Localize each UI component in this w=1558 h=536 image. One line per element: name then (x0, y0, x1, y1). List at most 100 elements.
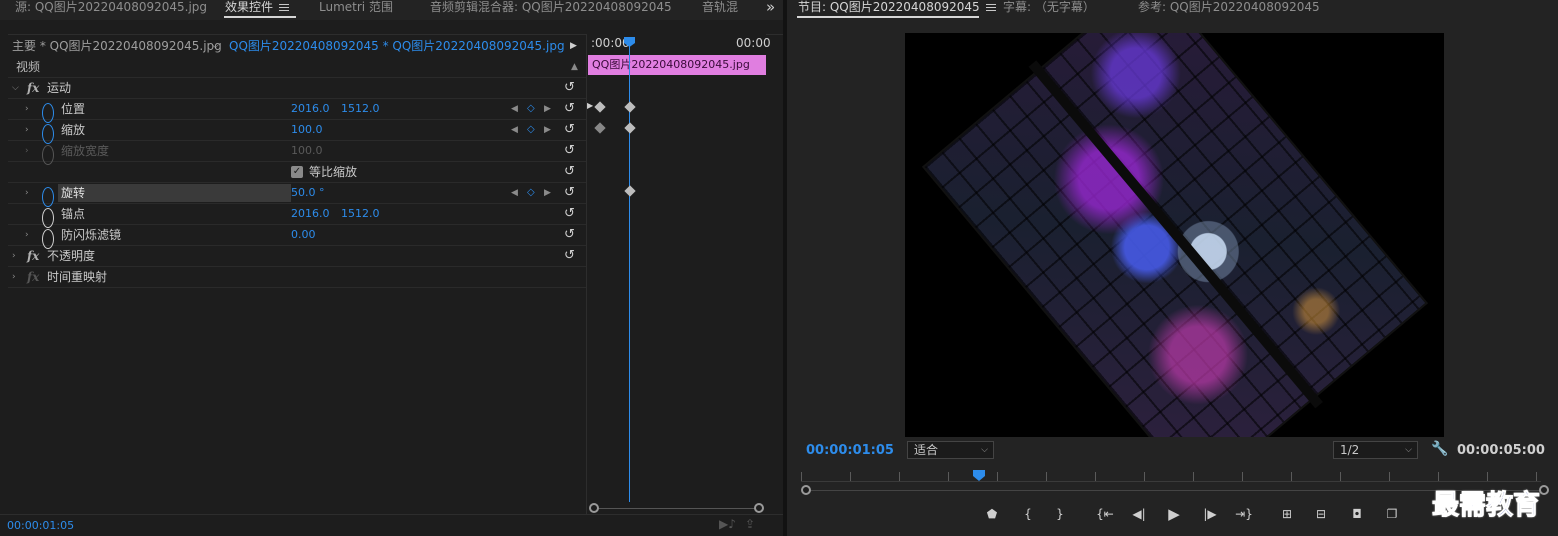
active-tab-underline (797, 16, 979, 18)
expand-icon[interactable]: › (25, 99, 29, 119)
tab-lumetri-scopes[interactable]: Lumetri 范围 (319, 0, 393, 18)
timeline-start-time: :00:00 (591, 36, 630, 50)
expand-icon[interactable]: › (25, 120, 29, 140)
settings-wrench-icon[interactable]: 🔧 (1431, 441, 1448, 457)
reset-icon[interactable]: ↺ (564, 162, 575, 182)
tab-audio-track-mixer[interactable]: 音轨混 (702, 0, 738, 18)
motion-effect-row[interactable]: ⌵ fx 运动 ↺ (8, 78, 586, 99)
play-clip-icon[interactable]: ▶ (570, 35, 577, 57)
chevron-down-icon: ⌵ (981, 445, 988, 455)
reset-icon[interactable]: ↺ (564, 246, 575, 266)
rotated-photo-image (921, 33, 1428, 437)
go-to-out-icon[interactable]: ⇥} (1234, 504, 1254, 524)
go-to-in-icon[interactable]: {⇤ (1095, 504, 1115, 524)
timeline-end-time: 00:00 (736, 36, 771, 50)
reset-icon[interactable]: ↺ (564, 183, 575, 203)
add-keyframe-icon[interactable]: ◇ (527, 99, 535, 119)
chevron-down-icon: ⌵ (1405, 445, 1412, 455)
zoom-handle-right[interactable] (754, 503, 764, 513)
video-preview[interactable] (905, 33, 1444, 437)
prev-keyframe-icon[interactable]: ◀ (511, 99, 518, 119)
rotation-highlight (58, 184, 291, 202)
scale-width-label: 缩放宽度 (61, 144, 110, 158)
effect-current-time[interactable]: 00:00:01:05 (7, 519, 74, 532)
position-keyframe-current[interactable] (624, 101, 636, 113)
monitor-zoom-handle-left[interactable] (801, 485, 811, 495)
prev-keyframe-icon[interactable]: ◀ (511, 120, 518, 140)
monitor-time-ruler[interactable] (801, 472, 1541, 482)
zoom-handle-left[interactable] (589, 503, 599, 513)
play-icon[interactable]: ▶ (1164, 504, 1184, 524)
panel-menu-icon[interactable] (279, 3, 290, 12)
position-y-value[interactable]: 1512.0 (341, 99, 380, 119)
lift-icon[interactable]: ⊞ (1277, 504, 1297, 524)
clip-dropdown-chevron-icon[interactable]: ⌵ (212, 35, 219, 57)
collapse-up-icon[interactable]: ▲ (571, 57, 578, 77)
resolution-dropdown[interactable]: 1/2 ⌵ (1333, 441, 1418, 459)
reset-icon[interactable]: ↺ (564, 78, 575, 98)
mark-in-icon[interactable]: { (1018, 504, 1038, 524)
prev-keyframe-icon[interactable]: ◀ (511, 183, 518, 203)
position-keyframe-start[interactable] (594, 101, 606, 113)
next-keyframe-icon[interactable]: ▶ (544, 120, 551, 140)
fx-badge-icon[interactable]: fx (27, 246, 39, 266)
expand-motion-icon[interactable]: ⌵ (12, 78, 19, 98)
tab-audio-clip-mixer[interactable]: 音频剪辑混合器: QQ图片20220408092045 (430, 0, 672, 18)
panel-menu-icon[interactable] (985, 3, 996, 12)
zoom-fit-value: 适合 (914, 443, 939, 457)
program-current-time[interactable]: 00:00:01:05 (806, 441, 894, 461)
anti-flicker-value[interactable]: 0.00 (291, 225, 316, 245)
anchor-x-value[interactable]: 2016.0 (291, 204, 330, 224)
expand-icon[interactable]: › (25, 225, 29, 245)
tab-overflow-icon[interactable]: » (766, 0, 775, 18)
timeline-clip[interactable]: QQ图片20220408092045.jpg (588, 55, 766, 75)
reset-icon[interactable]: ↺ (564, 204, 575, 224)
scale-keyframe-current[interactable] (624, 122, 636, 134)
tab-effect-controls-label: 效果控件 (225, 0, 274, 14)
anti-flicker-label: 防闪烁滤镜 (61, 228, 122, 242)
keyframe-arrow-icon: ▶ (587, 101, 594, 110)
scale-keyframe-start[interactable] (594, 122, 606, 134)
step-forward-icon[interactable]: |▶ (1200, 504, 1220, 524)
position-x-value[interactable]: 2016.0 (291, 99, 330, 119)
rotation-value[interactable]: 50.0 ° (291, 183, 325, 203)
next-keyframe-icon[interactable]: ▶ (544, 183, 551, 203)
expand-icon[interactable]: › (25, 183, 29, 203)
position-label: 位置 (61, 102, 86, 116)
opacity-effect-row[interactable]: › fx 不透明度 ↺ (8, 246, 586, 267)
scale-value[interactable]: 100.0 (291, 120, 323, 140)
tab-reference-monitor[interactable]: 参考: QQ图片20220408092045 (1138, 0, 1320, 18)
add-keyframe-icon[interactable]: ◇ (527, 120, 535, 140)
step-back-icon[interactable]: ◀| (1129, 504, 1149, 524)
master-clip-label[interactable]: 主要 * QQ图片20220408092045.jpg (12, 35, 222, 57)
extract-icon[interactable]: ⊟ (1311, 504, 1331, 524)
watermark-logo: 最需教育 (1432, 490, 1541, 522)
rotation-keyframe-current[interactable] (624, 185, 636, 197)
reset-icon[interactable]: ↺ (564, 225, 575, 245)
tab-captions[interactable]: 字幕: （无字幕） (1003, 0, 1095, 18)
zoom-fit-dropdown[interactable]: 适合 ⌵ (907, 441, 994, 459)
fx-badge-icon[interactable]: fx (27, 78, 39, 98)
expand-time-remap-icon[interactable]: › (12, 267, 16, 287)
reset-icon[interactable]: ↺ (564, 99, 575, 119)
time-remap-row[interactable]: › fx 时间重映射 (8, 267, 586, 288)
reset-icon[interactable]: ↺ (564, 120, 575, 140)
anchor-y-value[interactable]: 1512.0 (341, 204, 380, 224)
expand-icon: › (25, 146, 29, 156)
export-icon[interactable]: ⇪ (745, 517, 755, 531)
compare-icon[interactable]: ❐ (1382, 504, 1402, 524)
mark-out-icon[interactable]: } (1050, 504, 1070, 524)
resolution-value: 1/2 (1340, 443, 1360, 457)
reset-icon[interactable]: ↺ (564, 141, 575, 161)
add-marker-icon[interactable]: ⬟ (982, 504, 1002, 524)
next-keyframe-icon[interactable]: ▶ (544, 99, 551, 119)
anti-flicker-row: › 防闪烁滤镜 0.00 ↺ (8, 225, 586, 249)
expand-opacity-icon[interactable]: › (12, 246, 16, 266)
add-keyframe-icon[interactable]: ◇ (527, 183, 535, 203)
clip-selector[interactable]: QQ图片20220408092045 * QQ图片20220408092045.… (229, 35, 565, 57)
uniform-scale-checkbox[interactable]: ✓ (291, 166, 303, 178)
filter-audio-icon[interactable]: ▶♪ (719, 517, 736, 531)
camera-icon[interactable]: ◘ (1347, 504, 1367, 524)
tab-source[interactable]: 源: QQ图片20220408092045.jpg (15, 0, 207, 18)
timeline-zoom-track[interactable] (595, 508, 759, 509)
